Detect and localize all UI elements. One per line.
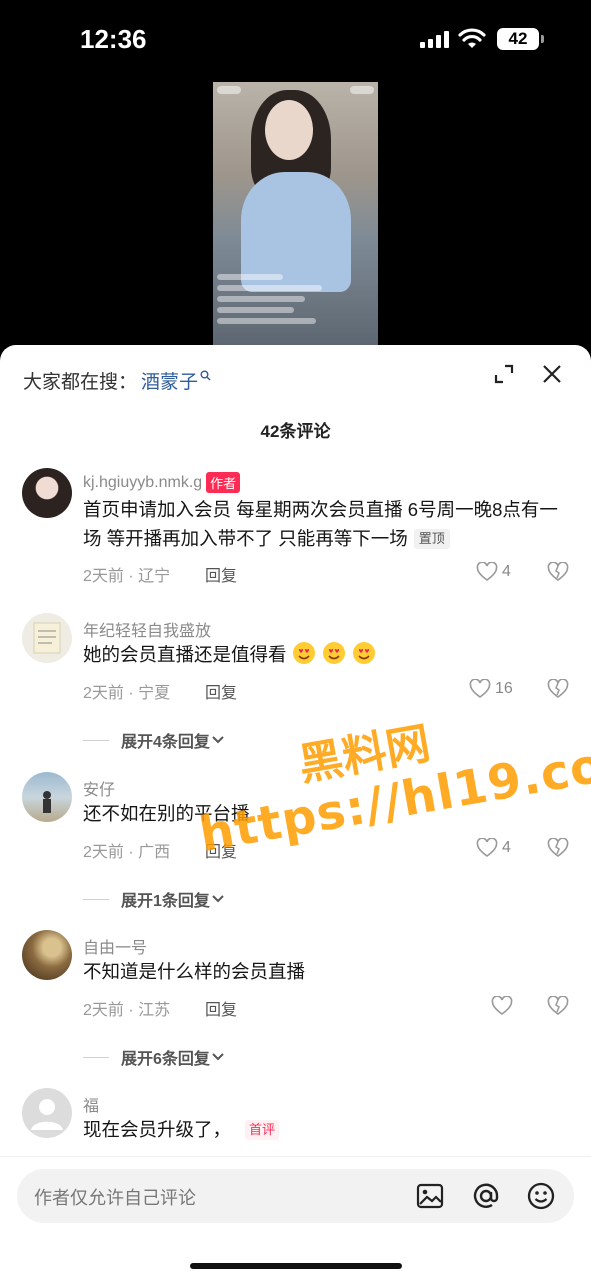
search-icon [200, 370, 211, 381]
comment-username[interactable]: 福 [83, 1092, 99, 1116]
comment-body: 还不如在别的平台播 [83, 803, 250, 824]
heart-icon [476, 838, 498, 857]
broken-heart-icon[interactable] [547, 996, 569, 1016]
divider-line [83, 739, 109, 741]
avatar[interactable] [22, 772, 72, 822]
expand-icon[interactable] [493, 363, 515, 385]
search-suggestion-link[interactable]: 酒蒙子 [141, 367, 198, 394]
comment-meta: 2天前 · 广西 [83, 844, 171, 861]
cellular-signal-icon [420, 30, 449, 48]
like-count: 4 [502, 563, 511, 580]
comment-meta: 2天前 · 辽宁 [83, 568, 171, 585]
heart-icon [469, 679, 491, 698]
comment-input-placeholder: 作者仅允许自己评论 [34, 1188, 196, 1208]
emoji-icon[interactable] [526, 1181, 556, 1211]
expand-replies-label: 展开1条回复 [121, 893, 210, 910]
close-icon[interactable] [541, 363, 563, 385]
mention-icon[interactable] [471, 1181, 501, 1211]
heart-icon [491, 996, 513, 1015]
video-area[interactable] [0, 80, 591, 350]
expand-replies-label: 展开4条回复 [121, 734, 210, 751]
status-bar: 12:36 42 [0, 0, 591, 80]
username-text: 安仔 [83, 782, 116, 799]
comment-text: 她的会员直播还是值得看 [83, 640, 568, 669]
heart-eyes-emoji-icon [352, 642, 375, 664]
default-avatar-icon [31, 1099, 63, 1130]
comment-body: 她的会员直播还是值得看 [83, 644, 287, 665]
comment-count: 42条评论 [260, 422, 331, 441]
heart-icon [476, 562, 498, 581]
search-suggestion-label: 大家都在搜： [23, 372, 138, 393]
avatar[interactable] [22, 468, 72, 518]
like-count: 16 [495, 680, 513, 697]
comment-body: 现在会员升级了， [83, 1119, 232, 1140]
comment-text: 还不如在别的平台播 [83, 799, 568, 828]
avatar[interactable] [22, 1088, 72, 1138]
first-comment-badge: 首评 [245, 1120, 280, 1140]
comment-text: 不知道是什么样的会员直播 [83, 957, 568, 986]
author-badge: 作者 [206, 472, 241, 493]
expand-replies-button[interactable]: 展开6条回复 [83, 1045, 226, 1069]
like-count: 4 [502, 839, 511, 856]
like-button[interactable]: 16 [469, 679, 513, 699]
broken-heart-icon[interactable] [547, 679, 569, 699]
comment-username[interactable]: 年纪轻轻自我盛放 [83, 617, 211, 641]
expand-replies-label: 展开6条回复 [121, 1051, 210, 1068]
like-button[interactable] [491, 996, 517, 1016]
comment-username[interactable]: 安仔 [83, 776, 115, 800]
like-button[interactable]: 4 [476, 562, 511, 582]
comment-username[interactable]: 自由一号 [83, 934, 147, 958]
comment-sheet: 大家都在搜： 酒蒙子 42条评论 kj.hgiuyyb.nmk.g 作者 首页申… [0, 345, 591, 1280]
video-thumbnail[interactable] [213, 82, 378, 347]
reply-button[interactable]: 回复 [205, 562, 237, 586]
avatar[interactable] [22, 930, 72, 980]
person-avatar-icon [43, 791, 51, 813]
chevron-down-icon [212, 736, 224, 744]
comment-text: 现在会员升级了， 首评 [83, 1115, 568, 1144]
like-button[interactable]: 4 [476, 838, 511, 858]
status-time: 12:36 [80, 24, 147, 54]
chevron-down-icon [212, 895, 224, 903]
pinned-badge: 置顶 [413, 529, 450, 549]
divider-line [83, 898, 109, 900]
username-text: 福 [83, 1098, 100, 1115]
expand-replies-button[interactable]: 展开1条回复 [83, 887, 226, 911]
comment-body: 首页申请加入会员 每星期两次会员直播 6号周一晚8点有一场 等开播再加入带不了 … [83, 499, 558, 549]
heart-eyes-emoji-icon [322, 642, 345, 664]
avatar[interactable] [22, 613, 72, 663]
reply-button[interactable]: 回复 [205, 996, 237, 1020]
comment-meta: 2天前 · 江苏 [83, 1002, 171, 1019]
video-figure-face [265, 100, 313, 160]
expand-replies-button[interactable]: 展开4条回复 [83, 728, 226, 752]
comment-input-bar: 作者仅允许自己评论 [0, 1156, 591, 1280]
comment-body: 不知道是什么样的会员直播 [83, 961, 306, 982]
image-icon[interactable] [415, 1181, 445, 1211]
reply-button[interactable]: 回复 [205, 679, 237, 703]
broken-heart-icon[interactable] [547, 562, 569, 582]
search-suggestion: 大家都在搜： 酒蒙子 [23, 367, 211, 394]
divider-line [83, 1056, 109, 1058]
username-text: 年纪轻轻自我盛放 [83, 623, 212, 640]
live-chat-overlay [217, 269, 327, 339]
reply-button[interactable]: 回复 [205, 838, 237, 862]
comment-input[interactable]: 作者仅允许自己评论 [17, 1169, 574, 1223]
username-text: 自由一号 [83, 940, 148, 957]
chevron-down-icon [212, 1053, 224, 1061]
comment-username[interactable]: kj.hgiuyyb.nmk.g 作者 [83, 472, 241, 493]
username-text: kj.hgiuyyb.nmk.g [83, 473, 203, 491]
home-indicator [190, 1263, 402, 1269]
wifi-icon [458, 28, 486, 48]
broken-heart-icon[interactable] [547, 838, 569, 858]
heart-eyes-emoji-icon [292, 642, 315, 664]
comment-meta: 2天前 · 宁夏 [83, 685, 171, 702]
comment-text: 首页申请加入会员 每星期两次会员直播 6号周一晚8点有一场 等开播再加入带不了 … [83, 495, 568, 553]
note-avatar-icon [33, 622, 61, 654]
battery-indicator: 42 [497, 28, 544, 50]
